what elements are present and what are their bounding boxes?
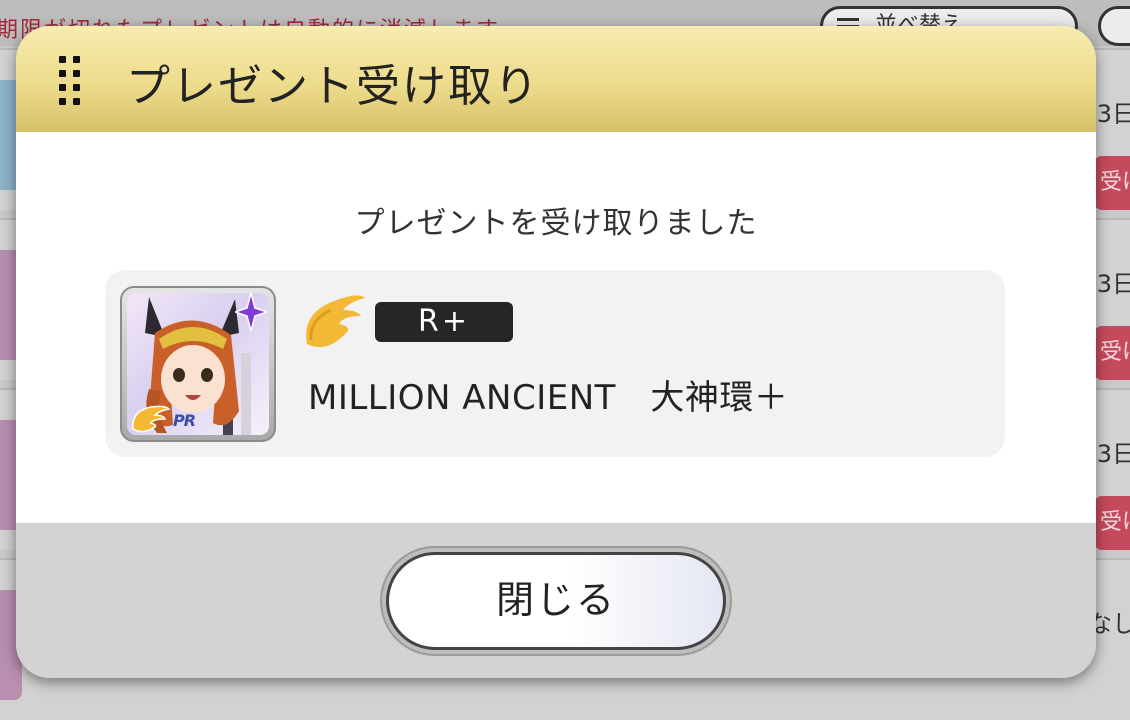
filter-button[interactable] (1098, 6, 1130, 46)
dialog-title: プレゼント受け取り (126, 61, 540, 112)
card-artwork: PR (127, 293, 269, 435)
card-type-badge: PR (173, 411, 196, 430)
dialog-header: プレゼント受け取り (16, 26, 1096, 132)
grip-icon (59, 56, 85, 108)
wing-icon (132, 405, 171, 433)
card-thumbnail: PR (120, 286, 276, 442)
received-item-card: PR R+ MILLION ANCIENT 大神環＋ (105, 270, 1005, 457)
rarity-badge: R+ (375, 302, 513, 342)
receive-button[interactable]: 受け取る (1094, 326, 1130, 419)
received-message: プレゼントを受け取りました (354, 206, 758, 241)
receive-button[interactable]: 受け取る (1094, 156, 1130, 249)
dialog-footer: 閉じる (16, 523, 1096, 678)
sort-icon (837, 18, 859, 21)
wing-icon (306, 295, 365, 348)
item-name: MILLION ANCIENT 大神環＋ (308, 378, 789, 418)
receive-button[interactable]: 受け取る (1094, 496, 1130, 589)
sparkle-icon (235, 293, 267, 331)
close-button[interactable]: 閉じる (386, 552, 726, 650)
dialog-body: プレゼントを受け取りました PR R+ MILLION ANCIENT 大神環＋ (16, 132, 1096, 523)
present-received-dialog: プレゼント受け取り プレゼントを受け取りました PR R+ MILLION AN… (16, 26, 1096, 678)
